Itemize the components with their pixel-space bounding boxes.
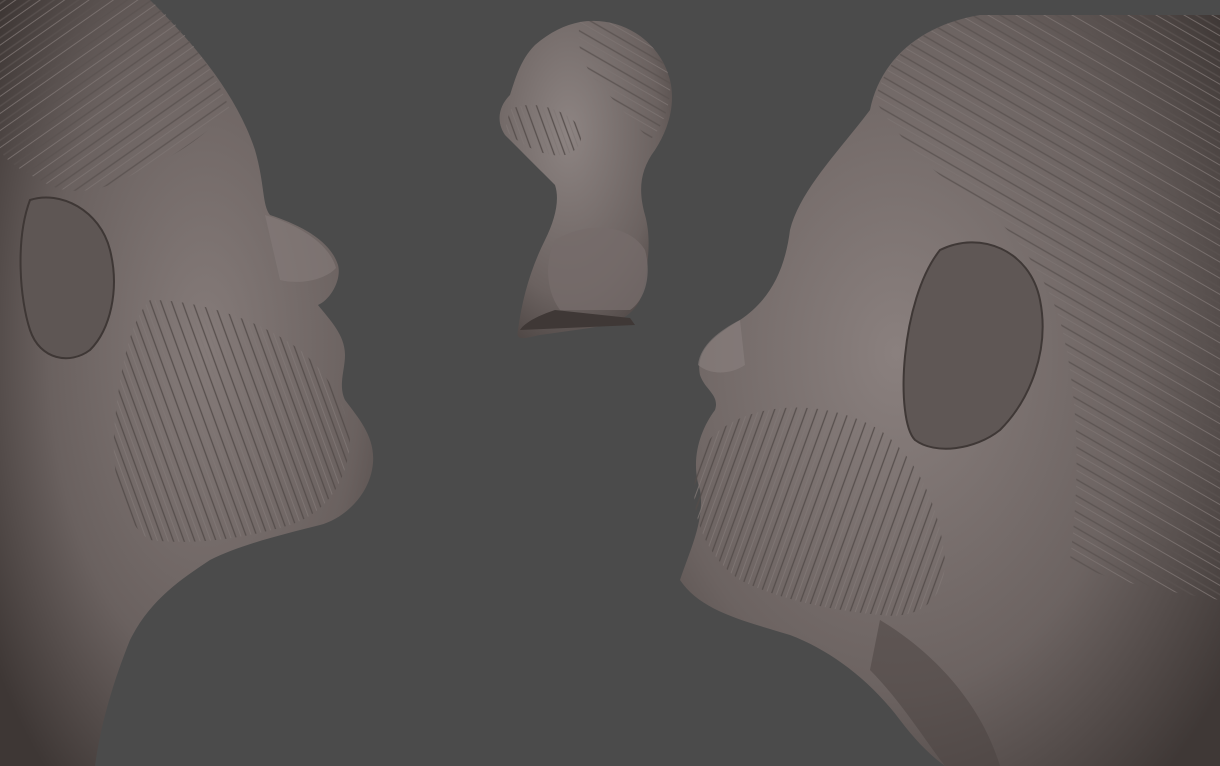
viewport-canvas[interactable] xyxy=(0,0,1220,766)
3d-viewport[interactable] xyxy=(0,0,1220,766)
center-shoulder xyxy=(548,227,648,310)
